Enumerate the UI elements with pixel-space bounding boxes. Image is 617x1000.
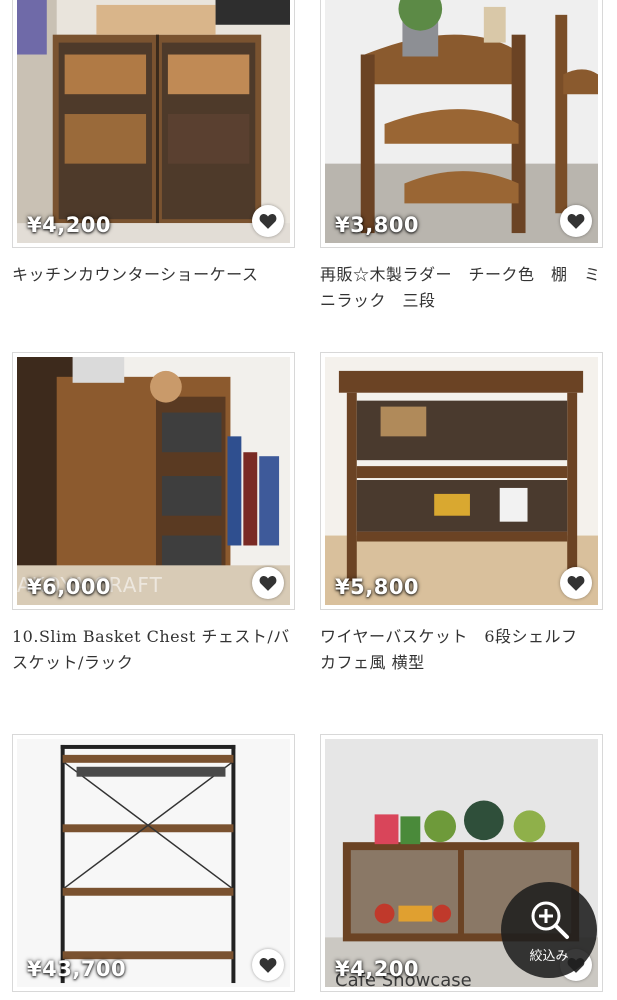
product-image (325, 0, 598, 243)
product-price: ¥6,000 (27, 575, 112, 599)
heart-icon (259, 957, 277, 973)
heart-icon (567, 575, 585, 591)
heart-icon (259, 575, 277, 591)
product-card[interactable]: ¥4,200 キッチンカウンターショーケース (12, 0, 295, 288)
favorite-button[interactable] (252, 567, 284, 599)
product-title[interactable]: 10.Slim Basket Chest チェスト/バスケット/ラック (12, 624, 295, 676)
product-image (17, 0, 290, 243)
heart-icon (567, 213, 585, 229)
product-grid: ¥4,200 キッチンカウンターショーケース ¥3,800 再販☆木製ラダー チ… (0, 0, 617, 1000)
product-title[interactable]: 再販☆木製ラダー チーク色 棚 ミニラック 三段 (320, 262, 603, 314)
filter-button[interactable]: 絞込み (501, 882, 597, 978)
product-price: ¥4,200 (335, 957, 420, 981)
product-price: ¥43,700 (27, 957, 127, 981)
product-photo[interactable]: ¥5,800 (320, 352, 603, 610)
product-price: ¥5,800 (335, 575, 420, 599)
product-title[interactable]: キッチンカウンターショーケース (12, 262, 295, 288)
product-photo[interactable]: AKOYA.CRAFT ¥6,000 (12, 352, 295, 610)
product-image (17, 739, 290, 987)
product-image: AKOYA.CRAFT (17, 357, 290, 605)
product-price: ¥4,200 (27, 213, 112, 237)
product-photo[interactable]: ¥4,200 (12, 0, 295, 248)
product-photo[interactable]: ¥43,700 (12, 734, 295, 992)
product-card[interactable]: ¥43,700 (12, 734, 295, 992)
product-card[interactable]: ¥5,800 ワイヤーバスケット 6段シェルフ カフェ風 横型 (320, 352, 603, 676)
favorite-button[interactable] (560, 567, 592, 599)
filter-button-label: 絞込み (529, 948, 569, 964)
product-price: ¥3,800 (335, 213, 420, 237)
product-card[interactable]: AKOYA.CRAFT ¥6,000 10.Slim Basket Chest … (12, 352, 295, 676)
product-card[interactable]: ¥3,800 再販☆木製ラダー チーク色 棚 ミニラック 三段 (320, 0, 603, 314)
favorite-button[interactable] (252, 205, 284, 237)
zoom-in-icon (531, 901, 569, 939)
product-photo[interactable]: ¥3,800 (320, 0, 603, 248)
product-image (325, 357, 598, 605)
heart-icon (259, 213, 277, 229)
product-title[interactable]: ワイヤーバスケット 6段シェルフ カフェ風 横型 (320, 624, 603, 676)
favorite-button[interactable] (252, 949, 284, 981)
favorite-button[interactable] (560, 205, 592, 237)
